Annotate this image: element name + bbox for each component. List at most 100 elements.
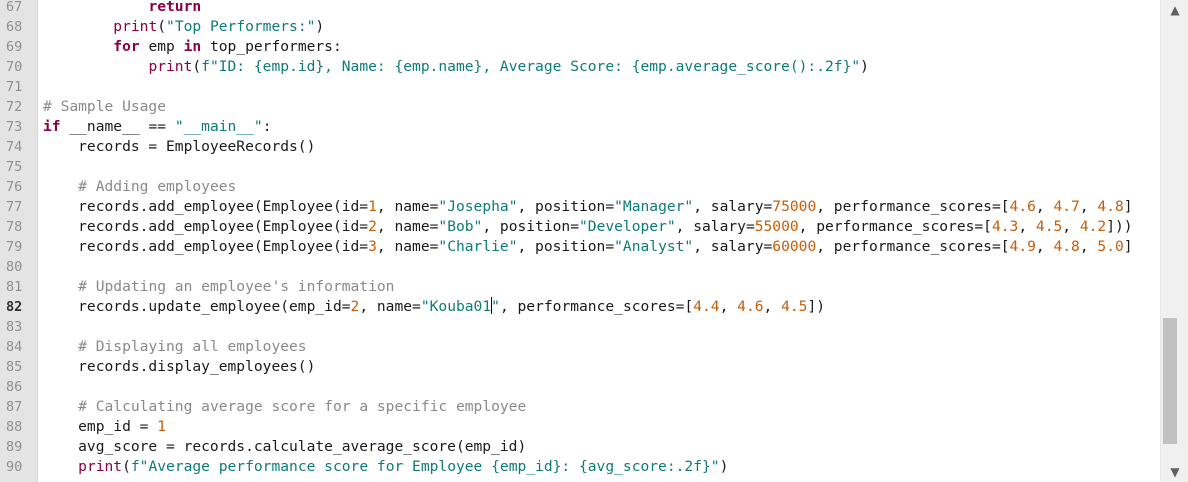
code-text[interactable]: emp_id = 1 bbox=[43, 417, 166, 437]
code-token: "Developer" bbox=[579, 218, 676, 235]
code-line[interactable]: 80 bbox=[0, 257, 1160, 277]
code-token: 4.4 bbox=[693, 298, 720, 315]
code-line[interactable]: 76 # Adding employees bbox=[0, 177, 1160, 197]
code-token: , performance_scores=[ bbox=[816, 198, 1010, 215]
code-text[interactable]: print(f"ID: {emp.id}, Name: {emp.name}, … bbox=[43, 57, 869, 77]
code-line[interactable]: 86 bbox=[0, 377, 1160, 397]
code-token: 4.7 bbox=[1053, 198, 1080, 215]
code-token: , position= bbox=[482, 218, 579, 235]
line-number: 85 bbox=[6, 359, 23, 375]
code-token: "Josepha" bbox=[438, 198, 518, 215]
code-token: if bbox=[43, 118, 61, 135]
line-number: 86 bbox=[6, 379, 23, 395]
code-token: , position= bbox=[517, 198, 615, 215]
code-text[interactable]: return bbox=[43, 0, 201, 17]
code-text[interactable]: print("Top Performers:") bbox=[43, 17, 324, 37]
code-token: 4.8 bbox=[1097, 198, 1124, 215]
code-text[interactable]: if __name__ == "__main__": bbox=[43, 117, 271, 137]
code-text[interactable]: records = EmployeeRecords() bbox=[43, 137, 315, 157]
code-line[interactable]: 89 avg_score = records.calculate_average… bbox=[0, 437, 1160, 457]
code-token: records.add_employee(Employee(id= bbox=[43, 238, 369, 255]
code-line[interactable]: 84 # Displaying all employees bbox=[0, 337, 1160, 357]
code-token: , bbox=[1035, 238, 1054, 255]
code-token: ])) bbox=[1106, 218, 1133, 235]
code-text[interactable]: print(f"Average performance score for Em… bbox=[43, 457, 728, 477]
line-number: 81 bbox=[6, 279, 23, 295]
code-line[interactable]: 81 # Updating an employee's information bbox=[0, 277, 1160, 297]
code-line[interactable]: 73 if __name__ == "__main__": bbox=[0, 117, 1160, 137]
code-token: # Updating an employee's information bbox=[78, 278, 395, 295]
line-number: 73 bbox=[6, 119, 23, 135]
code-line[interactable]: 83 bbox=[0, 317, 1160, 337]
code-text[interactable]: # Displaying all employees bbox=[43, 337, 307, 357]
code-token: f"ID: {emp.id}, Name: {emp.name}, Averag… bbox=[201, 58, 861, 75]
scroll-down-icon[interactable]: ▼ bbox=[1161, 462, 1188, 482]
line-number: 72 bbox=[6, 99, 23, 115]
code-line[interactable]: 68 print("Top Performers:") bbox=[0, 17, 1160, 37]
code-token: # Calculating average score for a specif… bbox=[78, 398, 527, 415]
code-line[interactable]: 78 records.add_employee(Employee(id=2, n… bbox=[0, 217, 1160, 237]
line-number: 76 bbox=[6, 179, 23, 195]
code-line[interactable]: 67 return bbox=[0, 0, 1160, 17]
code-text[interactable]: records.add_employee(Employee(id=3, name… bbox=[43, 237, 1132, 257]
code-text[interactable]: # Adding employees bbox=[43, 177, 236, 197]
code-editor[interactable]: 67 return 68 print("Top Performers:") 69 f… bbox=[0, 0, 1160, 482]
code-token: records.add_employee(Employee(id= bbox=[43, 218, 369, 235]
code-token: "Analyst" bbox=[614, 238, 694, 255]
code-line[interactable]: 69 for emp in top_performers: bbox=[0, 37, 1160, 57]
scrollbar-thumb[interactable] bbox=[1163, 318, 1177, 444]
line-number: 84 bbox=[6, 339, 23, 355]
line-number: 88 bbox=[6, 419, 23, 435]
code-token: 4.6 bbox=[1009, 198, 1036, 215]
code-line[interactable]: 88 emp_id = 1 bbox=[0, 417, 1160, 437]
code-token: 4.5 bbox=[1035, 218, 1063, 235]
code-text[interactable]: for emp in top_performers: bbox=[43, 37, 341, 57]
line-number: 87 bbox=[6, 399, 23, 415]
code-token: , bbox=[763, 298, 782, 315]
code-token: 4.5 bbox=[781, 298, 808, 315]
code-token: 3 bbox=[368, 238, 377, 255]
code-text[interactable]: # Updating an employee's information bbox=[43, 277, 394, 297]
code-token: "Manager" bbox=[614, 198, 694, 215]
code-text[interactable]: # Calculating average score for a specif… bbox=[43, 397, 526, 417]
code-lines[interactable]: 67 return 68 print("Top Performers:") 69 f… bbox=[0, 0, 1160, 477]
code-line[interactable]: 77 records.add_employee(Employee(id=1, n… bbox=[0, 197, 1160, 217]
code-token: 4.3 bbox=[991, 218, 1019, 235]
code-text[interactable]: avg_score = records.calculate_average_sc… bbox=[43, 437, 526, 457]
code-text[interactable]: records.update_employee(emp_id=2, name="… bbox=[43, 297, 825, 317]
code-token: "Top Performers:" bbox=[166, 18, 316, 35]
code-token: avg_score = records.calculate_average_sc… bbox=[43, 438, 527, 455]
scrollbar-track[interactable] bbox=[1161, 20, 1188, 462]
code-text[interactable]: records.add_employee(Employee(id=1, name… bbox=[43, 197, 1133, 217]
line-number: 78 bbox=[6, 219, 23, 235]
code-line[interactable]: 90 print(f"Average performance score for… bbox=[0, 457, 1160, 477]
line-number: 90 bbox=[6, 459, 23, 475]
code-token: records.update_employee(emp_id= bbox=[43, 298, 351, 315]
code-token: ) bbox=[315, 18, 325, 35]
code-token: , name= bbox=[376, 218, 439, 235]
vertical-scrollbar[interactable]: ▲ ▼ bbox=[1160, 0, 1188, 482]
code-token: ] bbox=[1123, 198, 1133, 215]
code-line[interactable]: 82 records.update_employee(emp_id=2, nam… bbox=[0, 297, 1160, 317]
code-text[interactable]: # Sample Usage bbox=[43, 97, 166, 117]
code-line[interactable]: 75 bbox=[0, 157, 1160, 177]
code-line[interactable]: 87 # Calculating average score for a spe… bbox=[0, 397, 1160, 417]
code-line[interactable]: 74 records = EmployeeRecords() bbox=[0, 137, 1160, 157]
code-line[interactable]: 72 # Sample Usage bbox=[0, 97, 1160, 117]
line-number: 67 bbox=[6, 0, 23, 15]
code-line[interactable]: 70 print(f"ID: {emp.id}, Name: {emp.name… bbox=[0, 57, 1160, 77]
code-token: # Displaying all employees bbox=[78, 338, 307, 355]
code-token: records = EmployeeRecords() bbox=[43, 138, 316, 155]
code-text[interactable]: records.add_employee(Employee(id=2, name… bbox=[43, 217, 1133, 237]
code-line[interactable]: 79 records.add_employee(Employee(id=3, n… bbox=[0, 237, 1160, 257]
line-number: 69 bbox=[6, 39, 23, 55]
code-token: 5.0 bbox=[1097, 238, 1124, 255]
code-token: for bbox=[113, 38, 140, 55]
code-text[interactable]: records.display_employees() bbox=[43, 357, 315, 377]
code-line[interactable]: 71 bbox=[0, 77, 1160, 97]
scroll-up-icon[interactable]: ▲ bbox=[1161, 0, 1188, 20]
code-token: 4.6 bbox=[737, 298, 764, 315]
code-token: f"Average performance score for Employee… bbox=[130, 458, 720, 475]
code-token: , bbox=[719, 298, 738, 315]
code-line[interactable]: 85 records.display_employees() bbox=[0, 357, 1160, 377]
